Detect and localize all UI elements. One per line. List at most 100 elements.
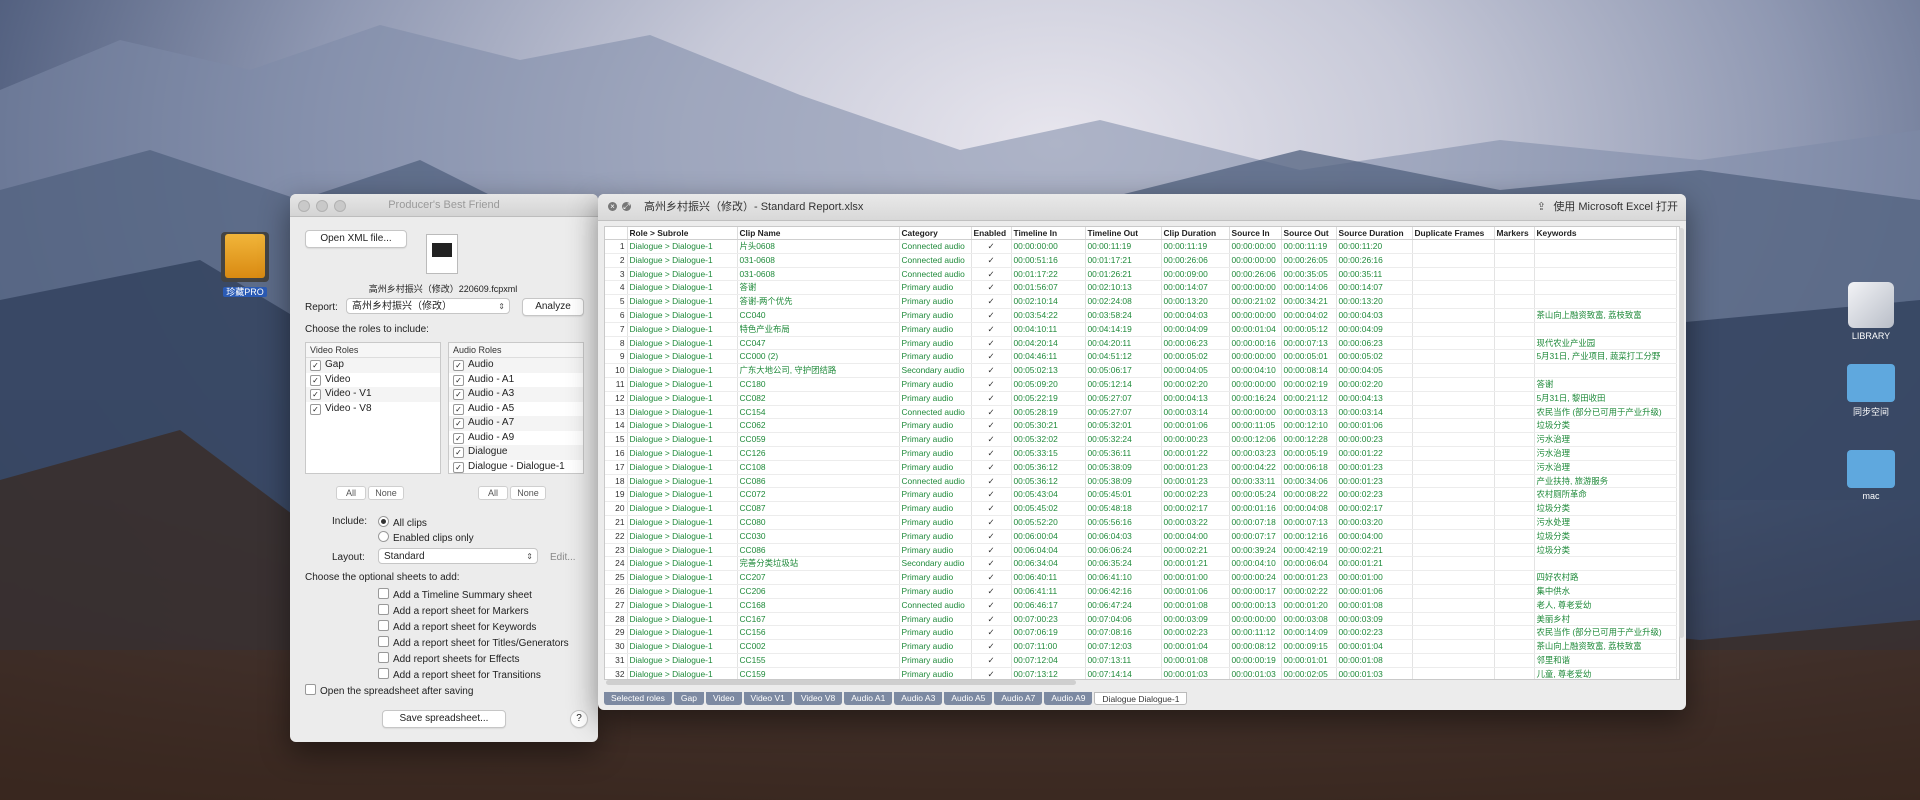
- table-cell[interactable]: 00:00:00:00: [1229, 377, 1282, 392]
- table-cell[interactable]: 00:05:36:12: [1011, 460, 1086, 475]
- table-cell[interactable]: 00:06:34:04: [1011, 556, 1086, 572]
- table-cell[interactable]: 00:00:01:23: [1281, 570, 1337, 585]
- table-cell[interactable]: 32: [605, 667, 628, 679]
- table-cell[interactable]: 00:07:00:23: [1011, 612, 1086, 627]
- table-cell[interactable]: 00:00:04:02: [1281, 308, 1337, 323]
- table-row[interactable]: 9 Dialogue > Dialogue-1 CC000 (2) Primary a…: [605, 349, 1677, 365]
- table-row[interactable]: 19 Dialogue > Dialogue-1 CC072 Primary audi…: [605, 487, 1677, 503]
- sheet-tab[interactable]: Audio A7: [994, 692, 1043, 705]
- table-row[interactable]: 28 Dialogue > Dialogue-1 CC167 Primary audi…: [605, 612, 1677, 627]
- table-cell[interactable]: 30: [605, 639, 628, 654]
- table-cell[interactable]: 00:00:02:20: [1336, 377, 1413, 392]
- table-cell[interactable]: 00:04:14:19: [1085, 322, 1162, 337]
- audio-role-item[interactable]: ✓ Audio: [449, 358, 583, 373]
- table-cell[interactable]: 00:00:02:19: [1281, 377, 1337, 392]
- table-cell[interactable]: [1412, 280, 1495, 296]
- table-cell[interactable]: 00:00:01:08: [1161, 598, 1230, 613]
- table-cell[interactable]: Dialogue > Dialogue-1: [627, 280, 738, 296]
- table-cell[interactable]: [1494, 391, 1535, 406]
- video-none-button[interactable]: None: [368, 486, 404, 500]
- table-cell[interactable]: 00:00:11:12: [1229, 625, 1282, 641]
- table-cell[interactable]: [1494, 653, 1535, 668]
- optional-sheet-checkbox[interactable]: Add a report sheet for Markers: [378, 604, 529, 617]
- table-cell[interactable]: 茶山向上融资致富, 荔枝致富: [1534, 308, 1677, 323]
- table-cell[interactable]: 00:00:02:20: [1161, 377, 1230, 392]
- table-cell[interactable]: 00:00:03:09: [1336, 612, 1413, 627]
- checkbox-checked-icon[interactable]: ✓: [310, 403, 321, 415]
- table-cell[interactable]: [1534, 267, 1677, 282]
- table-cell[interactable]: CC087: [737, 501, 900, 516]
- table-cell[interactable]: ✓: [971, 556, 1012, 572]
- column-header[interactable]: Role > Subrole: [627, 227, 738, 240]
- table-cell[interactable]: 00:00:05:19: [1281, 446, 1337, 461]
- table-row[interactable]: 26 Dialogue > Dialogue-1 CC206 Primary audi…: [605, 584, 1677, 599]
- table-cell[interactable]: 00:06:41:10: [1085, 570, 1162, 585]
- table-cell[interactable]: CC030: [737, 529, 900, 544]
- table-cell[interactable]: 00:02:10:14: [1011, 294, 1086, 309]
- table-cell[interactable]: ✓: [971, 253, 1012, 268]
- table-cell[interactable]: ✓: [971, 280, 1012, 296]
- table-cell[interactable]: Dialogue > Dialogue-1: [627, 515, 738, 530]
- table-cell[interactable]: [1412, 598, 1495, 613]
- include-all-radio[interactable]: All clips: [378, 516, 427, 529]
- table-cell[interactable]: [1494, 460, 1535, 475]
- table-cell[interactable]: ✓: [971, 639, 1012, 654]
- checkbox-checked-icon[interactable]: ✓: [453, 360, 464, 371]
- table-cell[interactable]: Dialogue > Dialogue-1: [627, 308, 738, 323]
- table-cell[interactable]: Dialogue > Dialogue-1: [627, 501, 738, 516]
- table-cell[interactable]: [1412, 308, 1495, 323]
- table-cell[interactable]: ✓: [971, 363, 1012, 378]
- table-cell[interactable]: 00:00:14:07: [1336, 280, 1413, 296]
- table-cell[interactable]: 00:05:30:21: [1011, 418, 1086, 434]
- table-cell[interactable]: [1494, 584, 1535, 599]
- table-cell[interactable]: Connected audio: [899, 253, 972, 268]
- table-cell[interactable]: 00:02:10:13: [1085, 280, 1162, 296]
- table-cell[interactable]: 00:00:01:03: [1161, 667, 1230, 679]
- table-cell[interactable]: 00:00:00:19: [1229, 653, 1282, 668]
- table-cell[interactable]: 00:00:08:22: [1281, 487, 1337, 503]
- table-cell[interactable]: [1412, 391, 1495, 406]
- table-cell[interactable]: 00:00:02:23: [1161, 487, 1230, 503]
- table-cell[interactable]: [1494, 239, 1535, 254]
- table-cell[interactable]: 农民当作 (部分已可用于产业升级): [1534, 405, 1677, 420]
- table-cell[interactable]: 00:04:20:14: [1011, 336, 1086, 351]
- close-icon[interactable]: ×: [608, 202, 617, 211]
- table-cell[interactable]: 25: [605, 570, 628, 585]
- table-cell[interactable]: Primary audio: [899, 584, 972, 599]
- table-cell[interactable]: 垃圾分类: [1534, 543, 1677, 558]
- table-cell[interactable]: [1494, 487, 1535, 503]
- table-cell[interactable]: 00:00:34:21: [1281, 294, 1337, 309]
- table-cell[interactable]: 00:00:04:00: [1336, 529, 1413, 544]
- table-row[interactable]: 17 Dialogue > Dialogue-1 CC108 Primary audi…: [605, 460, 1677, 475]
- sheet-tab[interactable]: Video: [705, 692, 742, 705]
- table-cell[interactable]: 00:00:12:06: [1229, 432, 1282, 447]
- table-cell[interactable]: [1534, 280, 1677, 296]
- table-cell[interactable]: CC002: [737, 639, 900, 654]
- open-in-excel-button[interactable]: 使用 Microsoft Excel 打开: [1553, 194, 1678, 220]
- table-cell[interactable]: 老人, 尊老爱幼: [1534, 598, 1677, 613]
- table-cell[interactable]: 00:05:45:02: [1011, 501, 1086, 516]
- table-cell[interactable]: 24: [605, 556, 628, 572]
- table-cell[interactable]: 00:05:32:24: [1085, 432, 1162, 447]
- table-cell[interactable]: 13: [605, 405, 628, 420]
- table-cell[interactable]: [1494, 322, 1535, 337]
- table-cell[interactable]: 00:02:24:08: [1085, 294, 1162, 309]
- table-cell[interactable]: [1494, 474, 1535, 489]
- table-cell[interactable]: CC126: [737, 446, 900, 461]
- table-cell[interactable]: 00:00:01:06: [1336, 584, 1413, 599]
- table-cell[interactable]: 00:06:00:04: [1011, 529, 1086, 544]
- table-row[interactable]: 12 Dialogue > Dialogue-1 CC082 Primary audi…: [605, 391, 1677, 406]
- table-cell[interactable]: 00:00:04:03: [1161, 308, 1230, 323]
- table-row[interactable]: 31 Dialogue > Dialogue-1 CC155 Primary audi…: [605, 653, 1677, 668]
- table-cell[interactable]: [1534, 556, 1677, 572]
- table-cell[interactable]: CC167: [737, 612, 900, 627]
- table-cell[interactable]: 00:00:01:16: [1229, 501, 1282, 516]
- table-cell[interactable]: [1494, 446, 1535, 461]
- table-cell[interactable]: 00:00:01:23: [1336, 460, 1413, 475]
- table-cell[interactable]: Primary audio: [899, 377, 972, 392]
- table-cell[interactable]: [1494, 612, 1535, 627]
- table-cell[interactable]: 00:00:04:09: [1336, 322, 1413, 337]
- table-cell[interactable]: [1412, 501, 1495, 516]
- table-cell[interactable]: 00:00:01:23: [1161, 460, 1230, 475]
- table-cell[interactable]: 00:07:12:04: [1011, 653, 1086, 668]
